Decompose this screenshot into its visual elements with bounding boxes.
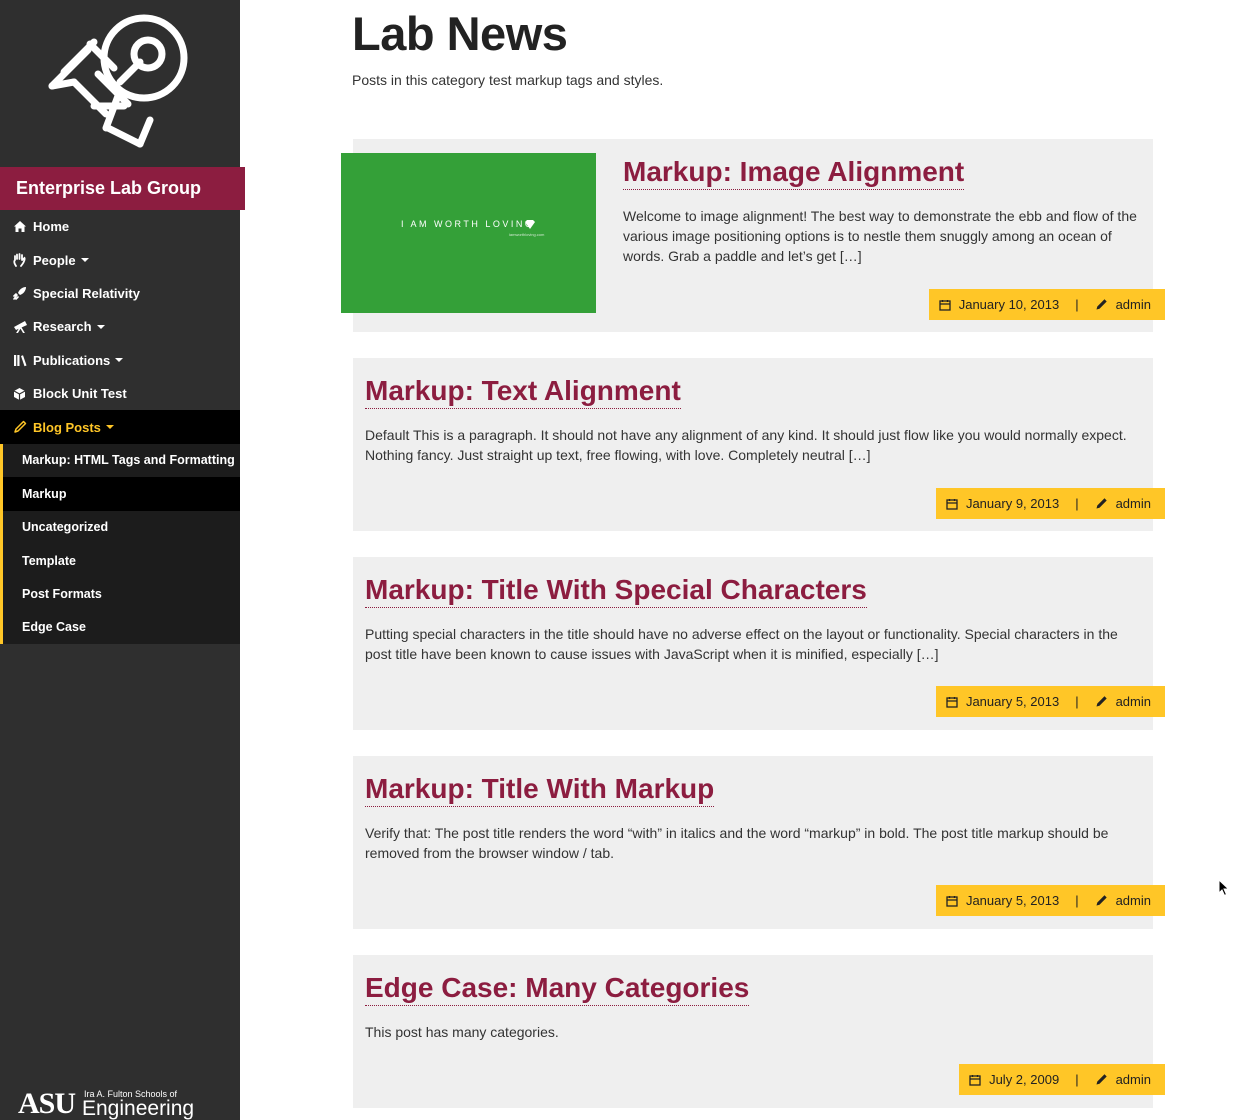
post-title-link[interactable]: Edge Case: Many Categories	[365, 971, 750, 1006]
post-meta: January 10, 2013 | admin	[928, 289, 1165, 320]
thumbnail-subcaption: iamworthloving.com	[509, 232, 545, 237]
subnav-item-post-formats[interactable]: Post Formats	[3, 577, 240, 610]
asu-logo-line2: Engineering	[82, 1097, 195, 1120]
nav-label-special-relativity: Special Relativity	[33, 285, 140, 301]
nav-label-research: Research	[33, 319, 92, 335]
rocket-icon	[13, 286, 33, 301]
post-author-link[interactable]: admin	[1116, 694, 1151, 709]
post-excerpt: Welcome to image alignment! The best way…	[623, 208, 1137, 264]
calendar-icon	[969, 1074, 981, 1086]
cube-icon	[13, 387, 33, 401]
post-card: Edge Case: Many Categories This post has…	[353, 955, 1165, 1108]
nav-label-block-unit-test: Block Unit Test	[33, 386, 127, 402]
calendar-icon	[946, 895, 958, 907]
post-meta: July 2, 2009 | admin	[959, 1064, 1165, 1095]
post-title-link[interactable]: Markup: Title With Markup	[365, 772, 715, 807]
books-icon	[13, 354, 33, 367]
nav-label-publications: Publications	[33, 352, 111, 368]
calendar-icon	[939, 299, 951, 311]
chevron-down-icon	[80, 258, 89, 263]
nav-item-block-unit-test[interactable]: Block Unit Test	[0, 377, 240, 410]
pencil-icon	[1095, 695, 1108, 708]
subnav-item-markup[interactable]: Markup	[3, 477, 240, 511]
post-card: Markup: Title With Special Characters Pu…	[353, 557, 1165, 730]
telescope-icon	[13, 320, 33, 334]
pencil-icon	[1095, 894, 1108, 907]
asu-engineering-logo[interactable]: ASU Ira A. Fulton Schools of Engineering	[18, 1086, 208, 1120]
meta-separator: |	[1075, 297, 1079, 312]
post-title-link[interactable]: Markup: Image Alignment	[623, 155, 965, 190]
page-title: Lab News	[352, 7, 568, 60]
thumbnail-caption: I AM WORTH LOVING	[401, 219, 535, 229]
post-date-link[interactable]: January 9, 2013	[966, 496, 1059, 511]
post-title-link[interactable]: Markup: Title With Special Characters	[365, 573, 867, 608]
post-meta: January 5, 2013 | admin	[935, 686, 1165, 717]
blog-posts-submenu: Markup: HTML Tags and Formatting Markup …	[0, 443, 240, 645]
nav-item-research[interactable]: Research	[0, 310, 240, 343]
post-excerpt: Default This is a paragraph. It should n…	[365, 427, 1127, 463]
asu-logo-mark: ASU	[18, 1087, 76, 1120]
post-date-link[interactable]: January 5, 2013	[966, 893, 1059, 908]
hand-icon	[13, 253, 33, 267]
post-meta: January 9, 2013 | admin	[935, 488, 1165, 519]
post-card: Markup: Title With Markup Verify that: T…	[353, 756, 1165, 929]
nav-item-people[interactable]: People	[0, 243, 240, 276]
post-author-link[interactable]: admin	[1116, 893, 1151, 908]
main-nav: Home People Special Relativity Research	[0, 210, 240, 645]
meta-separator: |	[1075, 1072, 1079, 1087]
subnav-item-template[interactable]: Template	[3, 544, 240, 577]
post-author-link[interactable]: admin	[1116, 297, 1151, 312]
subnav-item-markup-html-tags[interactable]: Markup: HTML Tags and Formatting	[3, 444, 240, 477]
pencil-icon	[1095, 1073, 1108, 1086]
post-excerpt: This post has many categories.	[365, 1024, 559, 1040]
site-title[interactable]: Enterprise Lab Group	[0, 167, 245, 210]
post-date-link[interactable]: January 5, 2013	[966, 694, 1059, 709]
nav-item-special-relativity[interactable]: Special Relativity	[0, 277, 240, 310]
post-author-link[interactable]: admin	[1116, 1072, 1151, 1087]
nav-label-people: People	[33, 252, 76, 268]
pencil-icon	[1095, 298, 1108, 311]
subnav-item-uncategorized[interactable]: Uncategorized	[3, 511, 240, 544]
post-thumbnail-image[interactable]: I AM WORTH LOVING iamworthloving.com	[341, 153, 596, 313]
mouse-cursor-icon	[1218, 878, 1230, 902]
nav-item-blog-posts[interactable]: Blog Posts	[0, 410, 240, 444]
post-author-link[interactable]: admin	[1116, 496, 1151, 511]
chevron-down-icon	[115, 358, 124, 363]
pencil-icon	[1095, 497, 1108, 510]
post-card: Markup: Text Alignment Default This is a…	[353, 358, 1165, 531]
calendar-icon	[946, 696, 958, 708]
meta-separator: |	[1075, 496, 1079, 511]
post-excerpt: Putting special characters in the title …	[365, 626, 1118, 662]
post-date-link[interactable]: July 2, 2009	[989, 1072, 1059, 1087]
calendar-icon	[946, 498, 958, 510]
chevron-down-icon	[96, 324, 105, 329]
nav-item-home[interactable]: Home	[0, 210, 240, 243]
nav-label-home: Home	[33, 219, 70, 235]
starship-logo-icon[interactable]	[44, 10, 194, 156]
subnav-item-edge-case[interactable]: Edge Case	[3, 611, 240, 644]
sidebar: Enterprise Lab Group Home People Special…	[0, 0, 245, 1120]
nav-item-publications[interactable]: Publications	[0, 344, 240, 377]
home-icon	[13, 220, 33, 233]
chevron-down-icon	[105, 425, 114, 430]
post-date-link[interactable]: January 10, 2013	[959, 297, 1059, 312]
post-meta: January 5, 2013 | admin	[935, 885, 1165, 916]
pencil-icon	[13, 420, 33, 434]
post-excerpt: Verify that: The post title renders the …	[365, 825, 1109, 861]
meta-separator: |	[1075, 893, 1079, 908]
meta-separator: |	[1075, 694, 1079, 709]
page-description: Posts in this category test markup tags …	[352, 72, 664, 88]
nav-label-blog-posts: Blog Posts	[33, 419, 101, 435]
post-title-link[interactable]: Markup: Text Alignment	[365, 374, 681, 409]
